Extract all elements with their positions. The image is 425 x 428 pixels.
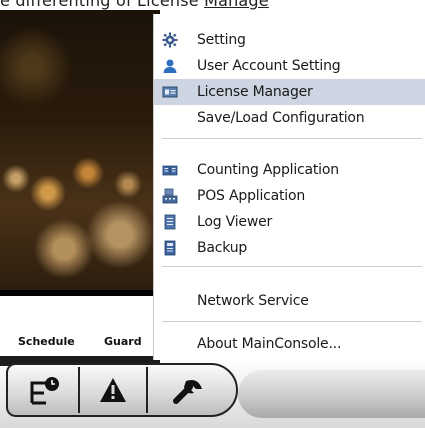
- menu-item-setting[interactable]: Setting: [154, 27, 425, 53]
- gear-icon: [162, 32, 178, 48]
- menu-item-label: Network Service: [197, 293, 309, 309]
- menu-separator: [162, 138, 422, 139]
- guard-tab-label[interactable]: Guard: [104, 335, 142, 348]
- top-banner-prefix: e differenting of License: [0, 0, 205, 10]
- schedule-tool-button[interactable]: [12, 367, 80, 413]
- menu-item-user-account-setting[interactable]: User Account Setting: [154, 53, 425, 79]
- context-menu: Setting User Account Setting License Man…: [153, 14, 425, 360]
- pos-terminal-icon: [162, 188, 178, 204]
- menu-item-about-mainconsole[interactable]: About MainConsole...: [154, 331, 425, 357]
- menu-item-label: Backup: [197, 240, 248, 256]
- menu-item-counting-application[interactable]: Counting Application: [154, 157, 425, 183]
- user-icon: [162, 58, 178, 74]
- menu-item-log-viewer[interactable]: Log Viewer: [154, 209, 425, 235]
- menu-item-label: POS Application: [197, 188, 306, 204]
- menu-item-label: User Account Setting: [197, 58, 341, 74]
- menu-item-save-load-configuration[interactable]: Save/Load Configuration: [154, 105, 425, 131]
- wrench-icon: [173, 380, 202, 404]
- log-document-icon: [162, 214, 178, 230]
- schedule-clock-icon: [30, 377, 59, 405]
- warning-icon: [100, 378, 126, 402]
- guard-tool-button[interactable]: [80, 367, 148, 413]
- book-icon: [162, 162, 178, 178]
- menu-item-backup[interactable]: Backup: [154, 235, 425, 261]
- menu-item-pos-application[interactable]: POS Application: [154, 183, 425, 209]
- menu-item-label: About MainConsole...: [197, 336, 342, 352]
- menu-item-label: Setting: [197, 32, 246, 48]
- toolbar-tail: [238, 370, 425, 418]
- menu-item-label: Counting Application: [197, 162, 339, 178]
- menu-separator: [162, 266, 422, 267]
- menu-item-label: Save/Load Configuration: [197, 110, 365, 126]
- schedule-tab-label[interactable]: Schedule: [18, 335, 75, 348]
- top-banner-link[interactable]: Manage: [204, 0, 269, 10]
- camera-preview: [0, 10, 160, 291]
- tools-button[interactable]: [148, 367, 228, 413]
- menu-item-license-manager[interactable]: License Manager: [154, 79, 425, 105]
- menu-item-label: Log Viewer: [197, 214, 273, 230]
- menu-item-network-service[interactable]: Network Service: [154, 288, 425, 314]
- license-card-icon: [162, 84, 178, 100]
- menu-separator: [162, 321, 422, 322]
- backup-icon: [162, 240, 178, 256]
- menu-item-label: License Manager: [197, 84, 313, 100]
